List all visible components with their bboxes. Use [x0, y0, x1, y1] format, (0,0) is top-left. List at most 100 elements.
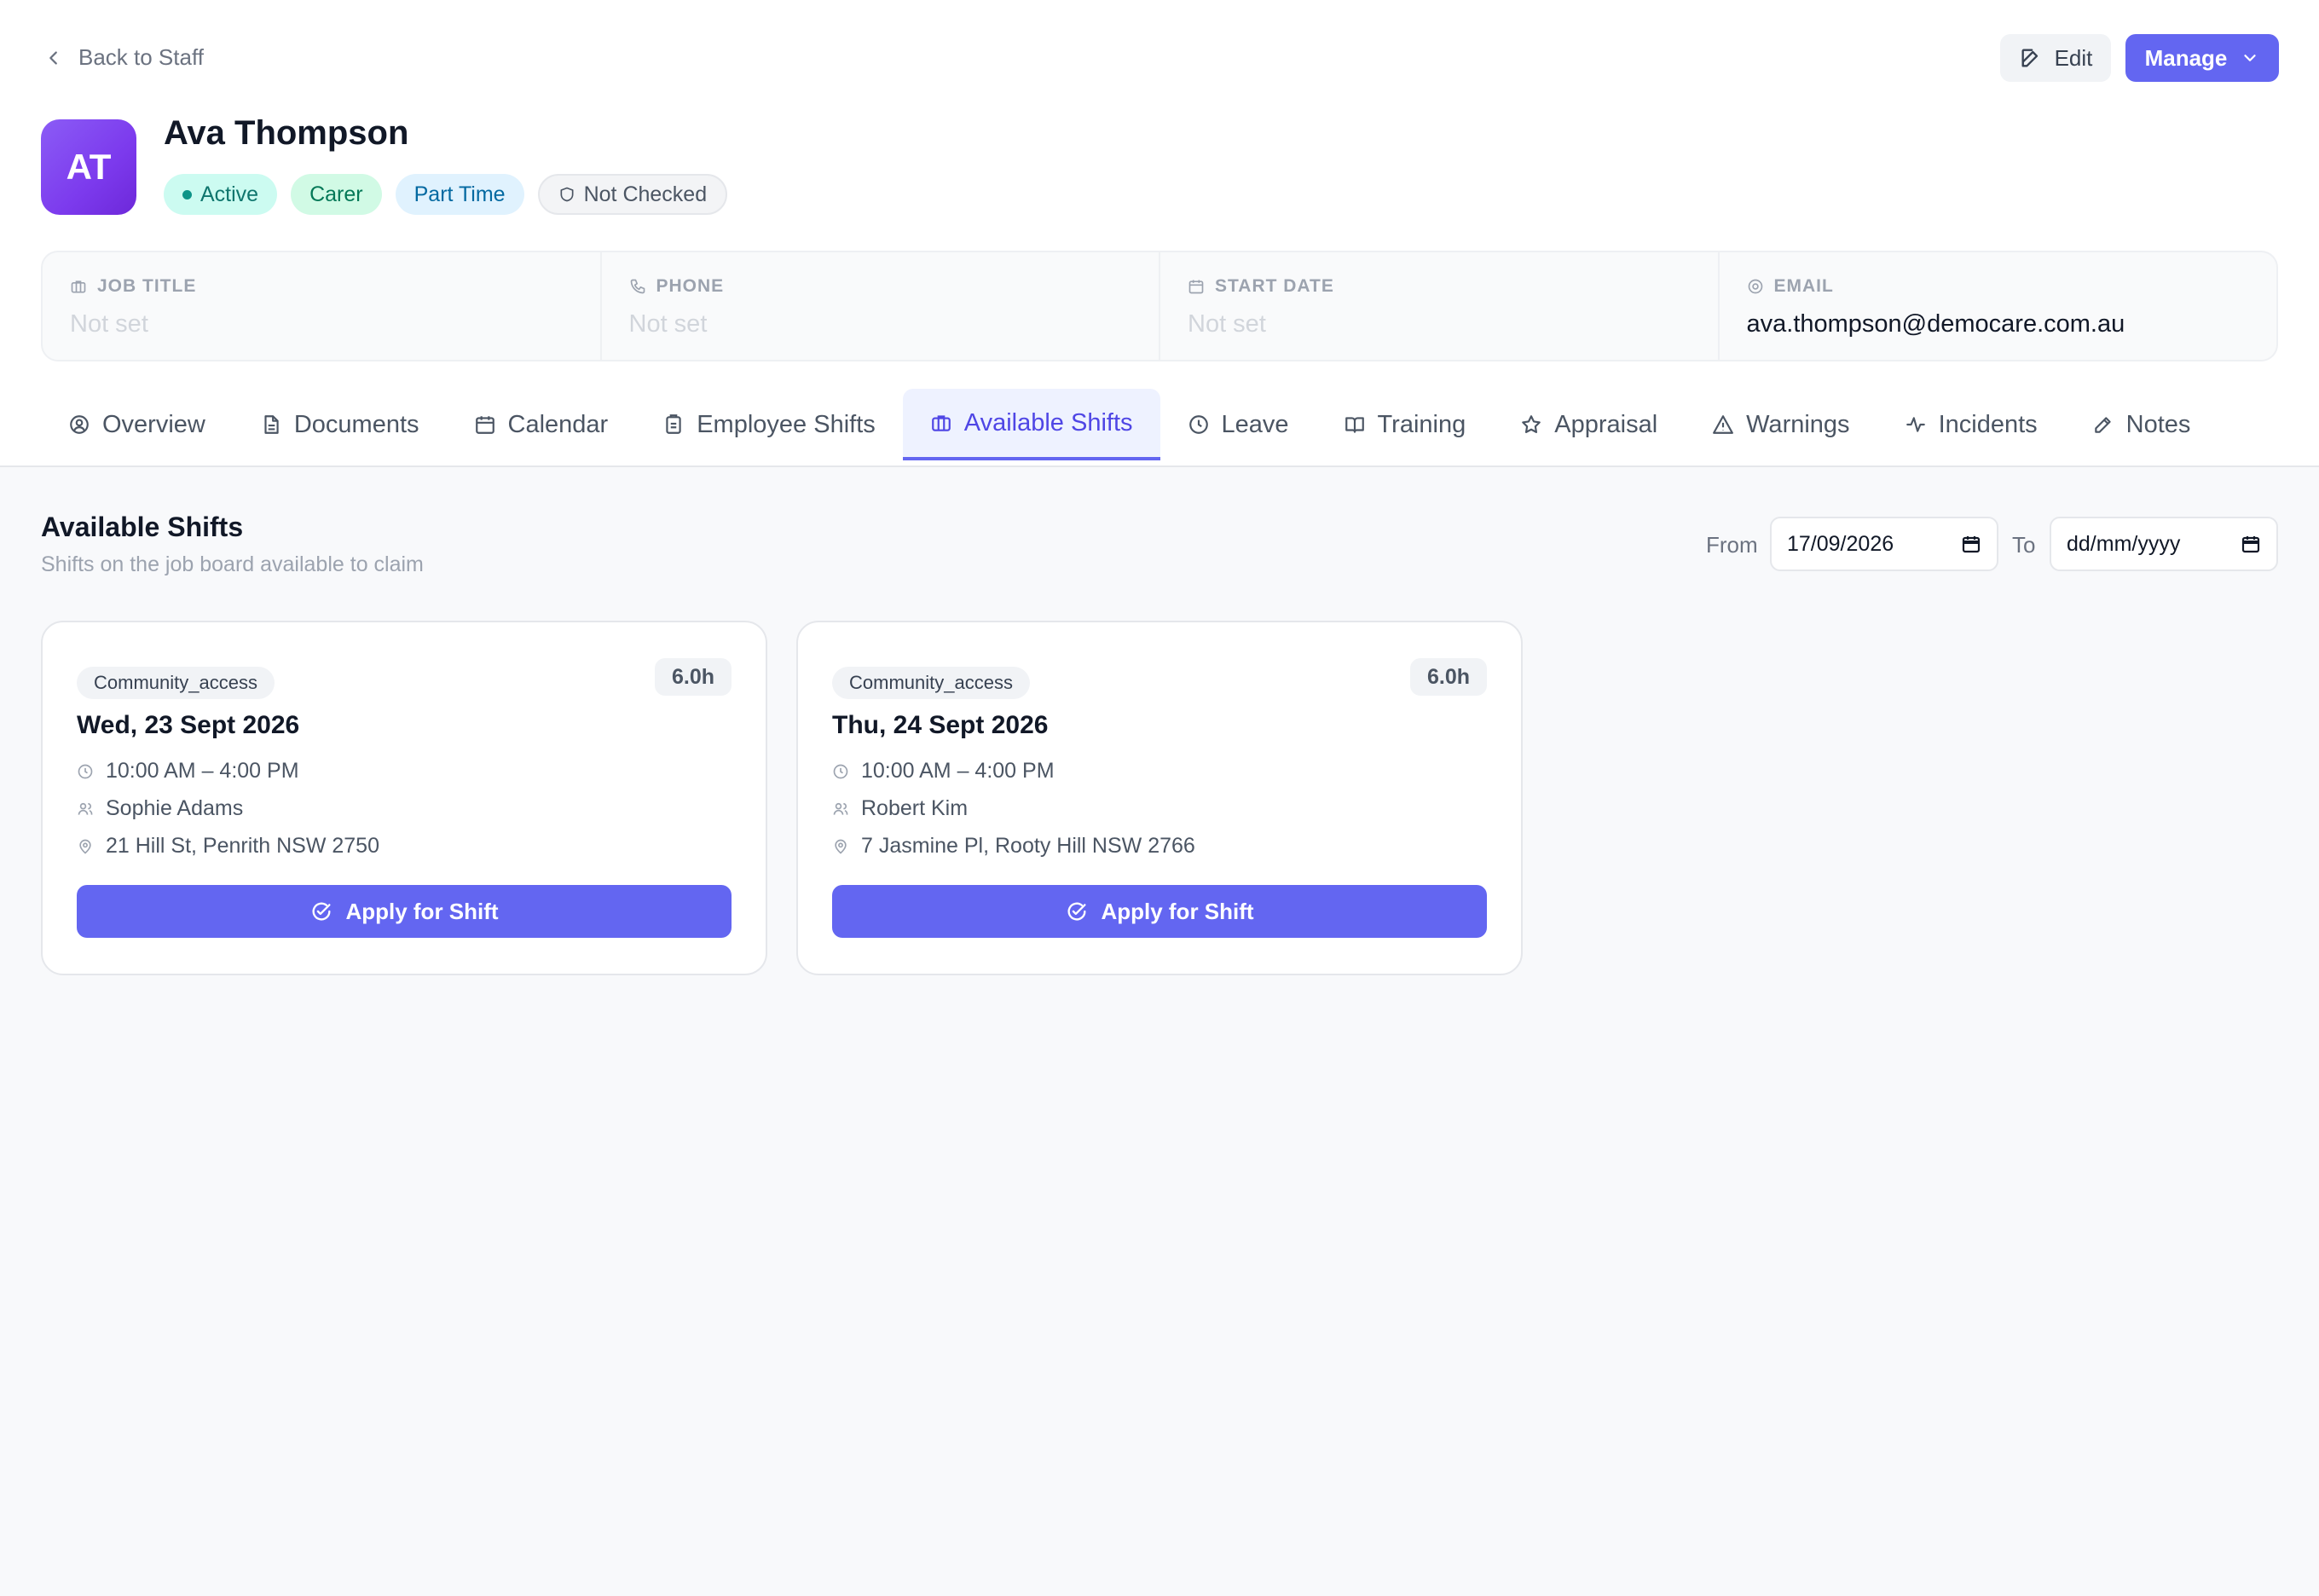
- check-badge: Not Checked: [537, 174, 728, 215]
- calendar-icon: [2241, 536, 2260, 553]
- shift-address: 21 Hill St, Penrith NSW 2750: [106, 834, 379, 858]
- status-badges: Active Carer Part Time Not Checked: [164, 174, 728, 215]
- users-icon: [833, 802, 848, 815]
- tab-label: Training: [1377, 410, 1466, 438]
- avatar: AT: [41, 119, 136, 215]
- clock-icon: [78, 764, 93, 778]
- back-to-staff-link[interactable]: Back to Staff: [44, 44, 204, 71]
- shift-client-row: Sophie Adams: [77, 796, 243, 821]
- phone-label: PHONE: [656, 276, 725, 296]
- users-icon: [78, 802, 93, 815]
- file-icon: [264, 415, 279, 434]
- info-email: EMAIL ava.thompson@democare.com.au: [1720, 252, 2277, 360]
- briefcase-icon: [931, 415, 951, 431]
- shield-icon: [560, 187, 574, 202]
- book-icon: [1345, 417, 1364, 433]
- info-start-date: START DATE Not set: [1160, 252, 1720, 360]
- calendar-icon: [475, 416, 494, 434]
- tab-label: Appraisal: [1554, 410, 1658, 438]
- from-date-input[interactable]: 17/09/2026: [1770, 517, 1998, 571]
- from-date-value: 17/09/2026: [1787, 531, 1894, 556]
- shift-address-row: 21 Hill St, Penrith NSW 2750: [77, 834, 379, 859]
- chevron-down-icon: [2244, 55, 2257, 61]
- calendar-icon: [1188, 280, 1204, 294]
- check-badge-label: Not Checked: [583, 182, 708, 206]
- shift-time-row: 10:00 AM – 4:00 PM: [832, 759, 1055, 784]
- tab-appraisal[interactable]: Appraisal: [1493, 389, 1685, 460]
- tab-label: Calendar: [507, 410, 609, 438]
- shift-time: 10:00 AM – 4:00 PM: [861, 759, 1055, 783]
- status-badge-label: Active: [200, 182, 259, 206]
- tab-label: Incidents: [1938, 410, 2038, 438]
- shift-date: Thu, 24 Sept 2026: [832, 711, 1049, 739]
- user-circle-icon: [70, 415, 89, 434]
- apply-label: Apply for Shift: [345, 898, 499, 924]
- shift-client: Sophie Adams: [106, 796, 244, 820]
- edit-icon: [2021, 49, 2038, 67]
- shift-card: Community_access 6.0h Wed, 23 Sept 2026 …: [41, 621, 767, 975]
- tab-label: Leave: [1221, 410, 1289, 438]
- tab-label: Available Shifts: [963, 408, 1133, 437]
- tab-leave[interactable]: Leave: [1160, 389, 1316, 460]
- tab-label: Employee Shifts: [697, 410, 876, 438]
- tab-label: Documents: [293, 410, 419, 438]
- briefcase-icon: [71, 280, 86, 293]
- manage-label: Manage: [2144, 44, 2228, 71]
- from-label: From: [1706, 532, 1758, 558]
- shift-time-row: 10:00 AM – 4:00 PM: [77, 759, 299, 784]
- shift-client-row: Robert Kim: [832, 796, 968, 821]
- clipboard-icon: [666, 414, 681, 434]
- to-date-value: dd/mm/yyyy: [2067, 531, 2181, 556]
- tab-warnings[interactable]: Warnings: [1685, 389, 1877, 460]
- tab-notes[interactable]: Notes: [2065, 389, 2218, 460]
- shift-address: 7 Jasmine Pl, Rooty Hill NSW 2766: [861, 834, 1195, 858]
- apply-for-shift-button[interactable]: Apply for Shift: [832, 885, 1487, 938]
- tab-documents[interactable]: Documents: [233, 389, 447, 460]
- staff-name: Ava Thompson: [164, 114, 409, 152]
- to-date-input[interactable]: dd/mm/yyyy: [2050, 517, 2278, 571]
- phone-value: Not set: [628, 310, 708, 338]
- at-sign-icon: [1748, 279, 1762, 294]
- check-circle-icon: [1067, 902, 1086, 921]
- job-title-value: Not set: [70, 310, 148, 338]
- info-job-title: JOB TITLE Not set: [43, 252, 602, 360]
- activity-icon: [1906, 417, 1925, 432]
- start-date-label: START DATE: [1215, 276, 1334, 296]
- email-label: EMAIL: [1773, 276, 1834, 296]
- check-circle-icon: [312, 902, 331, 921]
- tab-calendar[interactable]: Calendar: [447, 389, 636, 460]
- tab-employee-shifts[interactable]: Employee Shifts: [635, 389, 903, 460]
- clock-icon: [833, 764, 848, 778]
- pencil-icon: [2094, 417, 2111, 433]
- apply-for-shift-button[interactable]: Apply for Shift: [77, 885, 732, 938]
- email-value: ava.thompson@democare.com.au: [1746, 310, 2125, 338]
- back-label: Back to Staff: [78, 44, 204, 70]
- info-bar: JOB TITLE Not set PHONE Not set START DA…: [41, 251, 2278, 361]
- calendar-icon: [1962, 536, 1981, 553]
- tab-label: Overview: [102, 410, 205, 438]
- tab-label: Warnings: [1746, 410, 1850, 438]
- tab-training[interactable]: Training: [1316, 389, 1494, 460]
- section-subtitle: Shifts on the job board available to cla…: [41, 552, 424, 576]
- tab-available-shifts[interactable]: Available Shifts: [902, 389, 1160, 460]
- role-badge: Carer: [291, 174, 382, 215]
- shift-time: 10:00 AM – 4:00 PM: [106, 759, 299, 783]
- tab-overview[interactable]: Overview: [41, 389, 233, 460]
- edit-button[interactable]: Edit: [2000, 34, 2111, 82]
- job-title-label: JOB TITLE: [97, 276, 197, 296]
- manage-button[interactable]: Manage: [2125, 34, 2279, 82]
- tab-incidents[interactable]: Incidents: [1877, 389, 2065, 460]
- map-pin-icon: [79, 839, 91, 854]
- service-badge: Community_access: [77, 667, 275, 699]
- hours-badge: 6.0h: [654, 658, 732, 696]
- map-pin-icon: [835, 839, 847, 854]
- chevron-left-icon: [49, 50, 57, 65]
- clock-icon: [1188, 415, 1208, 434]
- apply-label: Apply for Shift: [1101, 898, 1254, 924]
- shift-client: Robert Kim: [861, 796, 969, 820]
- profile-header: Back to Staff Edit Manage AT Ava Thompso…: [0, 0, 2319, 467]
- tab-label: Notes: [2125, 410, 2191, 438]
- star-icon: [1522, 415, 1541, 433]
- status-dot-icon: [182, 189, 192, 200]
- status-badge: Active: [164, 174, 278, 215]
